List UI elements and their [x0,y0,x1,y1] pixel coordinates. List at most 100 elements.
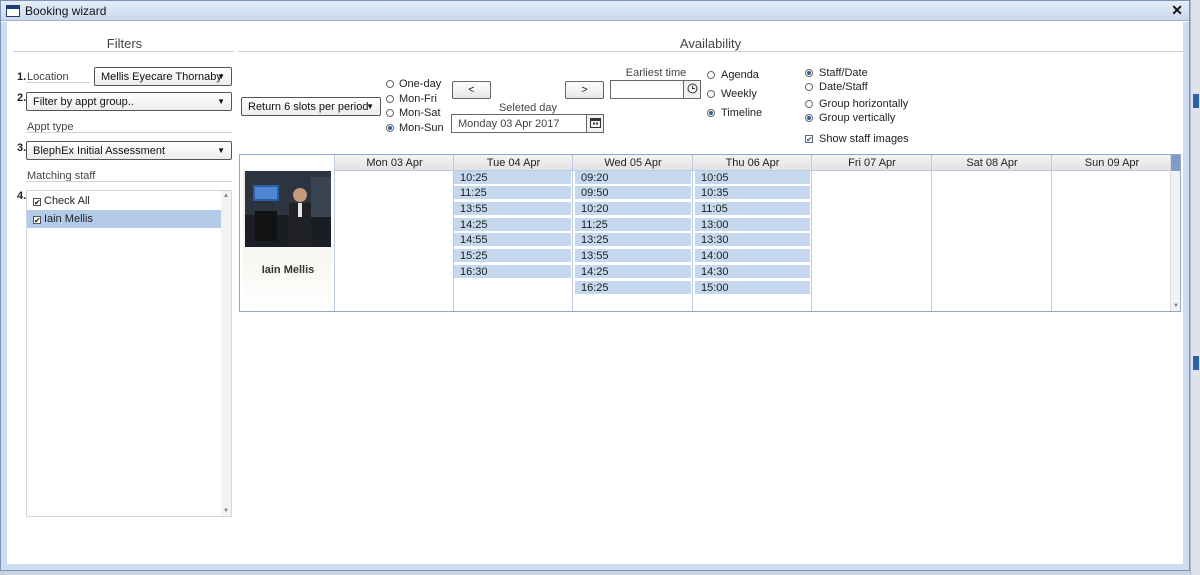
availability-grid: Iain Mellis Mon 03 Apr Tue 04 Apr 10:25 … [239,154,1181,312]
location-select[interactable]: Mellis Eyecare Thornaby ▼ [94,67,232,86]
next-button[interactable]: > [565,81,604,99]
checkbox-icon[interactable]: ✔ [33,216,41,225]
day-header: Sun 09 Apr [1052,155,1172,171]
time-slot[interactable]: 16:25 [575,281,691,295]
time-slot[interactable]: 13:25 [575,233,691,247]
location-underline [26,82,90,83]
radio-group-horizontally[interactable] [805,100,813,108]
availability-heading: Availability [679,36,742,51]
clock-icon[interactable] [683,80,701,99]
chevron-down-icon: ▼ [217,146,225,155]
radio-agenda[interactable] [707,71,715,79]
time-slot[interactable]: 13:55 [575,249,691,263]
time-slot[interactable]: 15:25 [454,249,571,263]
background-marker [1193,94,1199,108]
time-slot[interactable]: 09:50 [575,186,691,200]
time-slot[interactable]: 13:30 [695,233,810,247]
chevron-down-icon: ▼ [217,72,225,81]
appt-group-select[interactable]: Filter by appt group.. ▼ [26,92,232,111]
radio-agenda-label: Agenda [721,69,759,81]
day-header: Fri 07 Apr [812,155,932,171]
background-marker [1193,356,1199,370]
radio-date-staff-label: Date/Staff [819,81,868,93]
time-slot[interactable]: 10:35 [695,186,810,200]
window-icon [6,5,20,17]
radio-group-vertically[interactable] [805,114,813,122]
day-header: Thu 06 Apr [693,155,812,171]
window-title: Booking wizard [25,4,107,18]
radio-staff-date-label: Staff/Date [819,67,868,79]
title-bar: Booking wizard ✕ [1,1,1189,21]
grid-scrollbar[interactable]: ▼ [1170,155,1180,311]
day-column-sun: Sun 09 Apr [1051,155,1172,311]
background-window-edge [1190,0,1200,575]
calendar-icon[interactable] [586,114,604,133]
day-column-mon: Mon 03 Apr [334,155,454,311]
filters-divider [13,51,234,52]
step-4-number: 4. [17,190,27,202]
appt-type-divider [26,132,232,133]
time-slot[interactable]: 10:05 [695,171,810,185]
time-slot[interactable]: 14:55 [454,233,571,247]
radio-one-day[interactable] [386,80,394,88]
time-slot[interactable]: 10:25 [454,171,571,185]
chevron-down-icon: ▼ [366,102,374,111]
prev-button[interactable]: < [452,81,491,99]
selected-day-input[interactable]: Monday 03 Apr 2017 [451,114,587,133]
check-all-item[interactable]: ✔ Check All [27,192,223,210]
radio-weekly[interactable] [707,90,715,98]
day-column-fri: Fri 07 Apr [811,155,932,311]
scroll-down-icon[interactable]: ▼ [1173,303,1179,309]
earliest-time-input[interactable] [610,80,684,99]
radio-mon-sat-label: Mon-Sat [399,107,441,119]
listbox-scrollbar[interactable]: ▲ ▼ [221,191,231,516]
staff-cell: Iain Mellis [243,171,331,311]
scroll-thumb[interactable] [1171,155,1180,171]
slots-per-period-select[interactable]: Return 6 slots per period ▼ [241,97,381,116]
time-slot[interactable]: 10:20 [575,202,691,216]
radio-date-staff[interactable] [805,83,813,91]
staff-listbox[interactable]: ✔ Check All ✔ Iain Mellis ▲ ▼ [26,190,232,517]
step-3-number: 3. [17,142,27,154]
close-icon[interactable]: ✕ [1171,2,1183,19]
checkbox-icon[interactable]: ✔ [33,198,41,207]
radio-mon-sun-label: Mon-Sun [399,122,444,134]
time-slot[interactable]: 11:25 [454,186,571,200]
appt-group-value: Filter by appt group.. [33,96,134,108]
time-slot[interactable]: 09:20 [575,171,691,185]
time-slot[interactable]: 14:30 [695,265,810,279]
chevron-down-icon: ▼ [217,97,225,106]
earliest-time-label: Earliest time [625,67,687,79]
time-slot[interactable]: 13:55 [454,202,571,216]
filters-heading: Filters [106,36,143,51]
matching-staff-divider [26,181,232,182]
availability-divider [238,51,1183,52]
time-slot[interactable]: 13:00 [695,218,810,232]
time-slot[interactable]: 16:30 [454,265,571,279]
day-header: Tue 04 Apr [454,155,573,171]
time-slot[interactable]: 11:25 [575,218,691,232]
time-slot[interactable]: 14:00 [695,249,810,263]
day-header: Wed 05 Apr [573,155,693,171]
staff-item-label: Iain Mellis [44,213,93,225]
booking-wizard-window: Booking wizard ✕ Filters 1. Location Mel… [0,0,1190,571]
radio-staff-date[interactable] [805,69,813,77]
time-slot[interactable]: 11:05 [695,202,810,216]
staff-item-iain-mellis[interactable]: ✔ Iain Mellis [27,210,223,228]
scroll-down-icon[interactable]: ▼ [223,508,229,514]
appt-type-select[interactable]: BlephEx Initial Assessment ▼ [26,141,232,160]
radio-mon-fri[interactable] [386,95,394,103]
radio-group-vertically-label: Group vertically [819,112,896,124]
radio-mon-sun[interactable] [386,124,394,132]
scroll-up-icon[interactable]: ▲ [223,193,229,199]
radio-mon-fri-label: Mon-Fri [399,93,437,105]
radio-mon-sat[interactable] [386,109,394,117]
time-slot[interactable]: 14:25 [454,218,571,232]
show-staff-images-checkbox[interactable]: ✔ [805,135,813,144]
time-slot[interactable]: 15:00 [695,281,810,295]
staff-photo [245,171,331,247]
day-column-wed: Wed 05 Apr 09:20 09:50 10:20 11:25 13:25… [572,155,693,311]
radio-one-day-label: One-day [399,78,442,90]
radio-timeline[interactable] [707,109,715,117]
time-slot[interactable]: 14:25 [575,265,691,279]
